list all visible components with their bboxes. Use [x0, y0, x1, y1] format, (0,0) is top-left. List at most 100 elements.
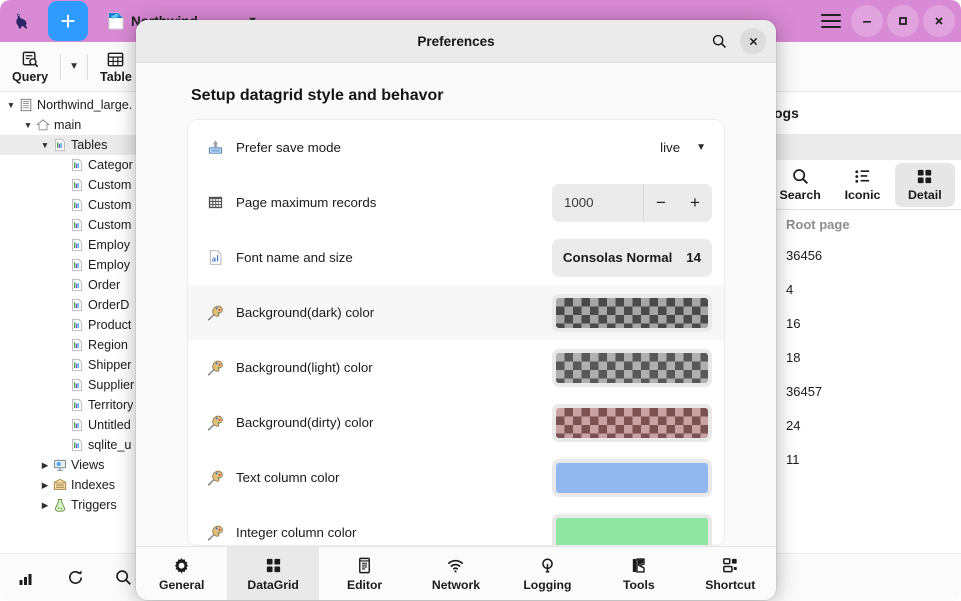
- tree-item[interactable]: Employ: [0, 255, 150, 275]
- chevron-right-icon[interactable]: ▶: [38, 500, 52, 511]
- view-button-detail[interactable]: Detail: [894, 162, 955, 207]
- refresh-button[interactable]: [60, 563, 90, 593]
- statistics-button[interactable]: [12, 563, 42, 593]
- preference-row[interactable]: Prefer save mode live ▼: [188, 120, 724, 175]
- footer-tab-general[interactable]: General: [136, 547, 227, 600]
- preference-row[interactable]: Page maximum records 1000− +: [188, 175, 724, 230]
- new-tab-button[interactable]: +: [48, 1, 88, 41]
- footer-tab-network[interactable]: Network: [410, 547, 501, 600]
- save-mode-dropdown[interactable]: live ▼: [660, 140, 712, 155]
- tree-item[interactable]: Shipper: [0, 355, 150, 375]
- table-icon: [69, 338, 85, 352]
- tree-item[interactable]: OrderD: [0, 295, 150, 315]
- view-button-label: Search: [779, 188, 821, 202]
- dialog-close-button[interactable]: [740, 28, 766, 54]
- color-swatch-button[interactable]: [552, 348, 712, 387]
- tree-item[interactable]: Custom: [0, 215, 150, 235]
- tree-item[interactable]: ▼ Northwind_large.: [0, 95, 150, 115]
- chevron-down-icon[interactable]: ▼: [21, 120, 35, 130]
- table-icon: [69, 298, 85, 312]
- chevron-down-icon[interactable]: ▼: [4, 100, 18, 110]
- page-max-records-stepper[interactable]: 1000− +: [552, 183, 712, 222]
- tree-item[interactable]: ▼ Tables: [0, 135, 150, 155]
- color-swatch-button[interactable]: [552, 513, 712, 545]
- tree-item[interactable]: Untitled: [0, 415, 150, 435]
- data-cell[interactable]: 4: [770, 272, 961, 306]
- palette-icon: [207, 524, 224, 541]
- preference-control: [552, 513, 712, 545]
- footer-tab-shortcut[interactable]: Shortcut: [685, 547, 776, 600]
- tree-item[interactable]: ▶ Views: [0, 455, 150, 475]
- tree-item[interactable]: Product: [0, 315, 150, 335]
- close-button[interactable]: [923, 5, 955, 37]
- table-icon: [70, 378, 84, 392]
- data-cell[interactable]: 16: [770, 306, 961, 340]
- object-tree-sidebar[interactable]: ▼ Northwind_large. ▼ main ▼ Tables Categor Cust…: [0, 92, 150, 553]
- minimize-button[interactable]: [851, 5, 883, 37]
- chevron-right-icon[interactable]: ▶: [38, 460, 52, 471]
- tree-item[interactable]: Territory: [0, 395, 150, 415]
- data-cell[interactable]: 36457: [770, 374, 961, 408]
- toolbar-dropdown-button[interactable]: ▼: [61, 61, 87, 72]
- palette-icon: [207, 414, 224, 431]
- stepper-input[interactable]: 1000: [552, 195, 643, 210]
- tree-item[interactable]: Region: [0, 335, 150, 355]
- tree-item[interactable]: Custom: [0, 195, 150, 215]
- tree-item[interactable]: ▶ Triggers: [0, 495, 150, 515]
- toolbar-query-button[interactable]: Query: [0, 42, 60, 92]
- menu-button[interactable]: [815, 5, 847, 37]
- table-icon: [106, 50, 125, 69]
- table-icon: [69, 238, 85, 252]
- view-button-iconic[interactable]: Iconic: [832, 163, 892, 207]
- tree-item[interactable]: Categor: [0, 155, 150, 175]
- stepper-decrement-button[interactable]: −: [644, 184, 678, 222]
- footer-tab-logging[interactable]: Logging: [502, 547, 593, 600]
- table-icon: [70, 218, 84, 232]
- color-swatch-button[interactable]: [552, 458, 712, 497]
- table-icon: [70, 318, 84, 332]
- footer-tab-editor[interactable]: Editor: [319, 547, 410, 600]
- preference-row[interactable]: Background(dark) color: [188, 285, 724, 340]
- grid-records-icon: [204, 194, 226, 211]
- preference-row[interactable]: Background(dirty) color: [188, 395, 724, 450]
- tree-item[interactable]: sqlite_u: [0, 435, 150, 455]
- maximize-button[interactable]: [887, 5, 919, 37]
- preference-row[interactable]: Text column color: [188, 450, 724, 505]
- palette-icon: [207, 304, 224, 321]
- document-icon: [108, 12, 124, 30]
- new-tab-label: +: [60, 6, 76, 36]
- tree-item[interactable]: Employ: [0, 235, 150, 255]
- data-cell[interactable]: 36456: [770, 238, 961, 272]
- dialog-search-button[interactable]: [706, 28, 732, 54]
- palette-icon: [207, 359, 224, 376]
- stepper-increment-button[interactable]: +: [678, 184, 712, 222]
- tree-item[interactable]: Supplier: [0, 375, 150, 395]
- footer-tab-tools[interactable]: Tools: [593, 547, 684, 600]
- footer-tab-datagrid[interactable]: DataGrid: [227, 547, 319, 600]
- color-swatch-button[interactable]: [552, 293, 712, 332]
- tree-item[interactable]: Custom: [0, 175, 150, 195]
- font-picker-button[interactable]: Consolas Normal 14: [552, 238, 712, 277]
- data-cell[interactable]: 24: [770, 408, 961, 442]
- color-swatch-button[interactable]: [552, 403, 712, 442]
- tree-item[interactable]: ▼ main: [0, 115, 150, 135]
- view-button-search[interactable]: Search: [770, 163, 830, 207]
- preference-label: Background(light) color: [236, 360, 373, 375]
- tree-item-label: Supplier: [88, 378, 135, 392]
- search-button[interactable]: [108, 563, 138, 593]
- preference-row[interactable]: Integer column color: [188, 505, 724, 545]
- tree-item[interactable]: ▶ Indexes: [0, 475, 150, 495]
- preference-row[interactable]: a Font name and size Consolas Normal 14: [188, 230, 724, 285]
- preference-control: [552, 348, 712, 387]
- preference-row[interactable]: Background(light) color: [188, 340, 724, 395]
- table-icon: [69, 198, 85, 212]
- save-mode-icon: [204, 139, 226, 156]
- tree-item[interactable]: Order: [0, 275, 150, 295]
- dropdown-value: live: [660, 140, 681, 155]
- table-icon: [70, 438, 84, 452]
- chevron-down-icon[interactable]: ▼: [38, 140, 52, 150]
- data-cell[interactable]: 11: [770, 442, 961, 476]
- chevron-right-icon[interactable]: ▶: [38, 480, 52, 491]
- data-cell[interactable]: 18: [770, 340, 961, 374]
- table-icon: [69, 398, 85, 412]
